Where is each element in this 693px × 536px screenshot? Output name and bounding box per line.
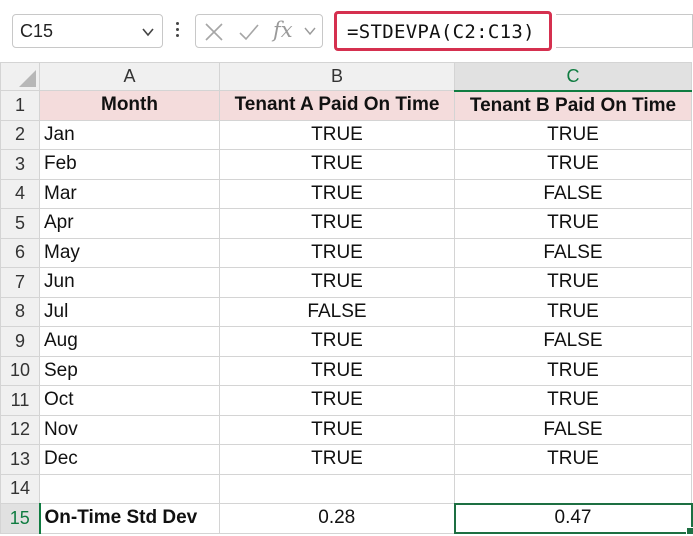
cell-tenant-b[interactable]: FALSE bbox=[454, 178, 692, 209]
row-header[interactable]: 9 bbox=[0, 326, 40, 357]
cell-tenant-a[interactable]: TRUE bbox=[219, 326, 455, 357]
cell-tenant-b[interactable]: FALSE bbox=[454, 414, 692, 445]
formula-input[interactable]: =STDEVPA(C2:C13) bbox=[334, 11, 552, 51]
active-cell-c15[interactable]: 0.47 bbox=[453, 502, 693, 534]
cell-month[interactable]: Mar bbox=[39, 178, 220, 209]
formula-input-extension[interactable] bbox=[556, 14, 693, 48]
table-row: 8 Jul FALSE TRUE bbox=[0, 296, 692, 327]
table-row: 1 Month Tenant A Paid On Time Tenant B P… bbox=[0, 90, 692, 121]
cell-b14[interactable] bbox=[219, 473, 455, 504]
row-header[interactable]: 8 bbox=[0, 296, 40, 327]
table-row: 9 Aug TRUE FALSE bbox=[0, 326, 692, 357]
row-header[interactable]: 12 bbox=[0, 414, 40, 445]
row-header[interactable]: 1 bbox=[0, 90, 40, 121]
row-header[interactable]: 11 bbox=[0, 385, 40, 416]
cell-b1[interactable]: Tenant A Paid On Time bbox=[219, 90, 455, 121]
function-icon[interactable]: fx bbox=[273, 18, 293, 42]
cell-month[interactable]: Jun bbox=[39, 267, 220, 298]
cell-c14[interactable] bbox=[454, 473, 692, 504]
more-options-icon[interactable] bbox=[175, 22, 181, 40]
cell-tenant-a[interactable]: TRUE bbox=[219, 208, 455, 239]
cell-tenant-a[interactable]: FALSE bbox=[219, 296, 455, 327]
cell-tenant-b[interactable]: FALSE bbox=[454, 237, 692, 268]
formula-actions: fx bbox=[195, 14, 323, 48]
table-row: 13 Dec TRUE TRUE bbox=[0, 444, 692, 475]
cell-tenant-a[interactable]: TRUE bbox=[219, 385, 455, 416]
cell-c1[interactable]: Tenant B Paid On Time bbox=[454, 90, 692, 121]
row-header[interactable]: 15 bbox=[0, 503, 41, 534]
formula-bar: C15 fx =STDEVPA(C2:C13) bbox=[0, 0, 693, 62]
table-row: 3 Feb TRUE TRUE bbox=[0, 149, 692, 180]
row-header[interactable]: 5 bbox=[0, 208, 40, 239]
table-row: 5 Apr TRUE TRUE bbox=[0, 208, 692, 239]
cell-month[interactable]: Jan bbox=[39, 119, 220, 150]
cell-tenant-b[interactable]: TRUE bbox=[454, 444, 692, 475]
table-row: 15 On-Time Std Dev 0.28 0.47 bbox=[0, 502, 693, 534]
name-box-value[interactable]: C15 bbox=[20, 21, 53, 42]
cell-tenant-b[interactable]: TRUE bbox=[454, 119, 692, 150]
cell-month[interactable]: Oct bbox=[39, 385, 220, 416]
cell-month[interactable]: Dec bbox=[39, 444, 220, 475]
cell-tenant-b[interactable]: TRUE bbox=[454, 267, 692, 298]
cell-tenant-b[interactable]: TRUE bbox=[454, 296, 692, 327]
select-all-corner[interactable] bbox=[0, 62, 40, 91]
cell-month[interactable]: Aug bbox=[39, 326, 220, 357]
chevron-down-icon[interactable] bbox=[140, 24, 156, 40]
table-row: 2 Jan TRUE TRUE bbox=[0, 119, 692, 150]
chevron-down-icon[interactable] bbox=[303, 24, 317, 38]
cell-tenant-a[interactable]: TRUE bbox=[219, 149, 455, 180]
column-header-b[interactable]: B bbox=[219, 62, 455, 91]
formula-text[interactable]: =STDEVPA(C2:C13) bbox=[347, 21, 535, 43]
cell-a1[interactable]: Month bbox=[39, 90, 220, 121]
cell-tenant-b[interactable]: TRUE bbox=[454, 355, 692, 386]
column-header-c[interactable]: C bbox=[454, 62, 692, 92]
cell-month[interactable]: Jul bbox=[39, 296, 220, 327]
cell-a14[interactable] bbox=[39, 473, 220, 504]
column-header-a[interactable]: A bbox=[39, 62, 220, 91]
enter-icon[interactable] bbox=[238, 21, 260, 43]
cell-month[interactable]: Apr bbox=[39, 208, 220, 239]
row-header[interactable]: 3 bbox=[0, 149, 40, 180]
row-header[interactable]: 6 bbox=[0, 237, 40, 268]
cell-tenant-b[interactable]: TRUE bbox=[454, 385, 692, 416]
table-row: 14 bbox=[0, 473, 692, 504]
cell-tenant-b[interactable]: TRUE bbox=[454, 149, 692, 180]
cell-month[interactable]: Feb bbox=[39, 149, 220, 180]
fill-handle[interactable] bbox=[686, 527, 693, 535]
cell-month[interactable]: Nov bbox=[39, 414, 220, 445]
row-header[interactable]: 13 bbox=[0, 444, 40, 475]
cell-tenant-a[interactable]: TRUE bbox=[219, 237, 455, 268]
table-row: 11 Oct TRUE TRUE bbox=[0, 385, 692, 416]
row-header[interactable]: 7 bbox=[0, 267, 40, 298]
row-header[interactable]: 2 bbox=[0, 119, 40, 150]
cell-tenant-a[interactable]: TRUE bbox=[219, 444, 455, 475]
cell-tenant-b[interactable]: FALSE bbox=[454, 326, 692, 357]
row-header[interactable]: 10 bbox=[0, 355, 40, 386]
cell-month[interactable]: Sep bbox=[39, 355, 220, 386]
cell-tenant-a[interactable]: TRUE bbox=[219, 119, 455, 150]
table-row: 4 Mar TRUE FALSE bbox=[0, 178, 692, 209]
table-row: 10 Sep TRUE TRUE bbox=[0, 355, 692, 386]
row-header[interactable]: 4 bbox=[0, 178, 40, 209]
cell-tenant-a[interactable]: TRUE bbox=[219, 414, 455, 445]
cell-tenant-b[interactable]: TRUE bbox=[454, 208, 692, 239]
cell-b15[interactable]: 0.28 bbox=[219, 503, 455, 534]
table-row: 12 Nov TRUE FALSE bbox=[0, 414, 692, 445]
table-row: 7 Jun TRUE TRUE bbox=[0, 267, 692, 298]
cell-month[interactable]: May bbox=[39, 237, 220, 268]
cell-a15[interactable]: On-Time Std Dev bbox=[39, 503, 220, 534]
cell-tenant-a[interactable]: TRUE bbox=[219, 355, 455, 386]
cell-tenant-a[interactable]: TRUE bbox=[219, 267, 455, 298]
name-box[interactable]: C15 bbox=[12, 14, 163, 48]
table-row: 6 May TRUE FALSE bbox=[0, 237, 692, 268]
spreadsheet-grid: A B C 1 Month Tenant A Paid On Time Tena… bbox=[0, 62, 693, 534]
cancel-icon[interactable] bbox=[203, 21, 225, 43]
row-header[interactable]: 14 bbox=[0, 473, 40, 504]
cell-tenant-a[interactable]: TRUE bbox=[219, 178, 455, 209]
